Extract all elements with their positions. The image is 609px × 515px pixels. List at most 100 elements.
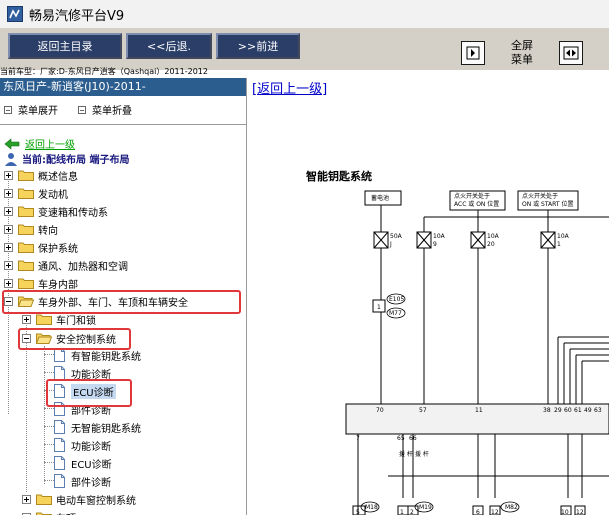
svg-text:E105: E105 bbox=[389, 296, 404, 303]
expand-toggle-icon[interactable] bbox=[4, 260, 13, 270]
tree-item-label: 功能诊断 bbox=[71, 441, 111, 453]
expand-toggle-icon[interactable] bbox=[22, 494, 31, 504]
folder-icon bbox=[18, 242, 34, 253]
folder-icon bbox=[36, 314, 52, 325]
model-header: 东风日产-新逍客(J10)-2011- bbox=[0, 78, 246, 96]
fullscreen-label: 全屏 菜单 bbox=[511, 39, 533, 66]
content-pane: [返回上一级] 智能钥匙系统 蓄电池 点火开关处于 ACC 或 ON 位置 点火… bbox=[248, 78, 609, 515]
svg-text:61: 61 bbox=[574, 407, 582, 414]
highlight-box bbox=[46, 379, 132, 407]
back-to-main-button[interactable]: 返回主目录 bbox=[8, 33, 122, 59]
tree-item-engine[interactable]: 发动机 bbox=[4, 184, 68, 202]
folder-icon bbox=[18, 260, 34, 271]
toolbar: 返回主目录 <<后退. >>前进 全屏 菜单 bbox=[0, 28, 609, 70]
expand-toggle-icon[interactable] bbox=[4, 278, 13, 288]
forward-button[interactable]: >>前进 bbox=[216, 33, 300, 59]
folder-icon bbox=[36, 494, 52, 505]
tree-item-ecu-diagnosis-2[interactable]: ECU诊断 bbox=[54, 454, 112, 472]
tree-guide bbox=[44, 408, 54, 409]
svg-text:M18: M18 bbox=[365, 504, 378, 511]
tree-item-label: 车身内部 bbox=[38, 279, 78, 291]
expand-toggle-icon[interactable] bbox=[4, 224, 13, 234]
svg-text:57: 57 bbox=[419, 407, 427, 414]
expand-menu-button[interactable]: 菜单展开 bbox=[4, 102, 58, 117]
svg-text:29: 29 bbox=[554, 407, 562, 414]
svg-text:M77: M77 bbox=[389, 310, 402, 317]
document-icon bbox=[54, 366, 65, 380]
fullscreen-icon bbox=[466, 46, 480, 60]
tree-item-function-diagnosis-2[interactable]: 功能诊断 bbox=[54, 436, 111, 454]
svg-text:点火开关处于: 点火开关处于 bbox=[454, 192, 490, 200]
wiring-diagram: 蓄电池 点火开关处于 ACC 或 ON 位置 点火开关处于 ON 或 START… bbox=[345, 190, 609, 515]
back-link-label: 返回上一级 bbox=[25, 140, 75, 151]
highlight-box bbox=[18, 328, 131, 350]
fullscreen-button[interactable] bbox=[461, 41, 485, 65]
current-location: 当前:配线布局 端子布局 bbox=[4, 151, 129, 166]
tree-item-transmission[interactable]: 变速箱和传动系 bbox=[4, 202, 108, 220]
tree-guide bbox=[44, 354, 54, 355]
collapse-menu-button[interactable]: 菜单折叠 bbox=[78, 102, 132, 117]
expand-toggle-icon[interactable] bbox=[22, 314, 31, 324]
svg-text:M82: M82 bbox=[505, 504, 518, 511]
svg-text:9: 9 bbox=[433, 241, 437, 248]
app-icon bbox=[7, 6, 23, 22]
svg-text:10A: 10A bbox=[487, 233, 500, 240]
tree-item-steering[interactable]: 转向 bbox=[4, 220, 58, 238]
tree-guide bbox=[44, 462, 54, 463]
folder-icon bbox=[18, 170, 34, 181]
svg-text:ACC 或 ON 位置: ACC 或 ON 位置 bbox=[454, 200, 499, 208]
svg-text:6: 6 bbox=[476, 509, 480, 515]
svg-text:38: 38 bbox=[543, 407, 551, 414]
navigation-pane: 东风日产-新逍客(J10)-2011- 菜单展开 菜单折叠 返回上一级 当前:配… bbox=[0, 78, 247, 515]
tree-item-power-window[interactable]: 电动车窗控制系统 bbox=[22, 490, 136, 508]
svg-text:点火开关处于: 点火开关处于 bbox=[522, 192, 558, 200]
tree-item-label: 发动机 bbox=[38, 189, 68, 201]
tree-item-label: 车顶 bbox=[56, 510, 76, 515]
tree-item-label: 部件诊断 bbox=[71, 477, 111, 489]
svg-text:蓄电池: 蓄电池 bbox=[371, 194, 389, 202]
folder-icon bbox=[18, 224, 34, 235]
document-icon bbox=[54, 420, 65, 434]
tree-item-overview[interactable]: 概述信息 bbox=[4, 166, 78, 184]
svg-text:援 杆: 援 杆 bbox=[415, 450, 429, 458]
expand-toggle-icon[interactable] bbox=[4, 188, 13, 198]
split-arrows-icon bbox=[563, 46, 579, 60]
folder-icon bbox=[36, 512, 52, 515]
user-icon bbox=[5, 152, 17, 166]
back-link[interactable]: 返回上一级 bbox=[4, 136, 75, 151]
tree-item-label: 变速箱和传动系 bbox=[38, 207, 108, 219]
current-vehicle-info: 当前车型：厂家:D-东风日产逍客（Qashqai）2011-2012 bbox=[0, 67, 208, 76]
tree-item-label: 电动车窗控制系统 bbox=[56, 495, 136, 507]
app-window: 畅易汽修平台V9 返回主目录 <<后退. >>前进 全屏 菜单 当前车型：厂家:… bbox=[0, 0, 609, 515]
document-icon bbox=[54, 348, 65, 362]
expand-icon bbox=[4, 105, 12, 114]
tree-guide bbox=[44, 372, 54, 373]
folder-icon bbox=[18, 188, 34, 199]
tree-item-hvac[interactable]: 通风、加热器和空调 bbox=[4, 256, 128, 274]
expand-toggle-icon[interactable] bbox=[4, 206, 13, 216]
svg-text:63: 63 bbox=[594, 407, 602, 414]
svg-text:65: 65 bbox=[397, 435, 405, 442]
tree-item-component-diagnosis-2[interactable]: 部件诊断 bbox=[54, 472, 111, 490]
highlight-box bbox=[2, 290, 241, 314]
tree-guide bbox=[44, 480, 54, 481]
svg-text:1: 1 bbox=[557, 241, 561, 248]
svg-text:援 杆: 援 杆 bbox=[399, 450, 413, 458]
menu-toggle-button[interactable] bbox=[559, 41, 583, 65]
tree-item-protection[interactable]: 保护系统 bbox=[4, 238, 78, 256]
folder-icon bbox=[18, 206, 34, 217]
tree-guide bbox=[44, 426, 54, 427]
expand-toggle-icon[interactable] bbox=[4, 170, 13, 180]
tree-guide bbox=[44, 444, 54, 445]
document-icon bbox=[54, 456, 65, 470]
back-button[interactable]: <<后退. bbox=[126, 33, 212, 59]
tree-guide bbox=[44, 346, 45, 484]
window-title: 畅易汽修平台V9 bbox=[29, 8, 125, 24]
expand-toggle-icon[interactable] bbox=[4, 242, 13, 252]
svg-text:12: 12 bbox=[491, 509, 499, 515]
tree-item-without-smart-key[interactable]: 无智能钥匙系统 bbox=[54, 418, 141, 436]
svg-text:12: 12 bbox=[576, 509, 584, 515]
tree-item-roof[interactable]: 车顶 bbox=[22, 508, 76, 515]
svg-text:10A: 10A bbox=[557, 233, 570, 240]
tree-item-label: 无智能钥匙系统 bbox=[71, 423, 141, 435]
